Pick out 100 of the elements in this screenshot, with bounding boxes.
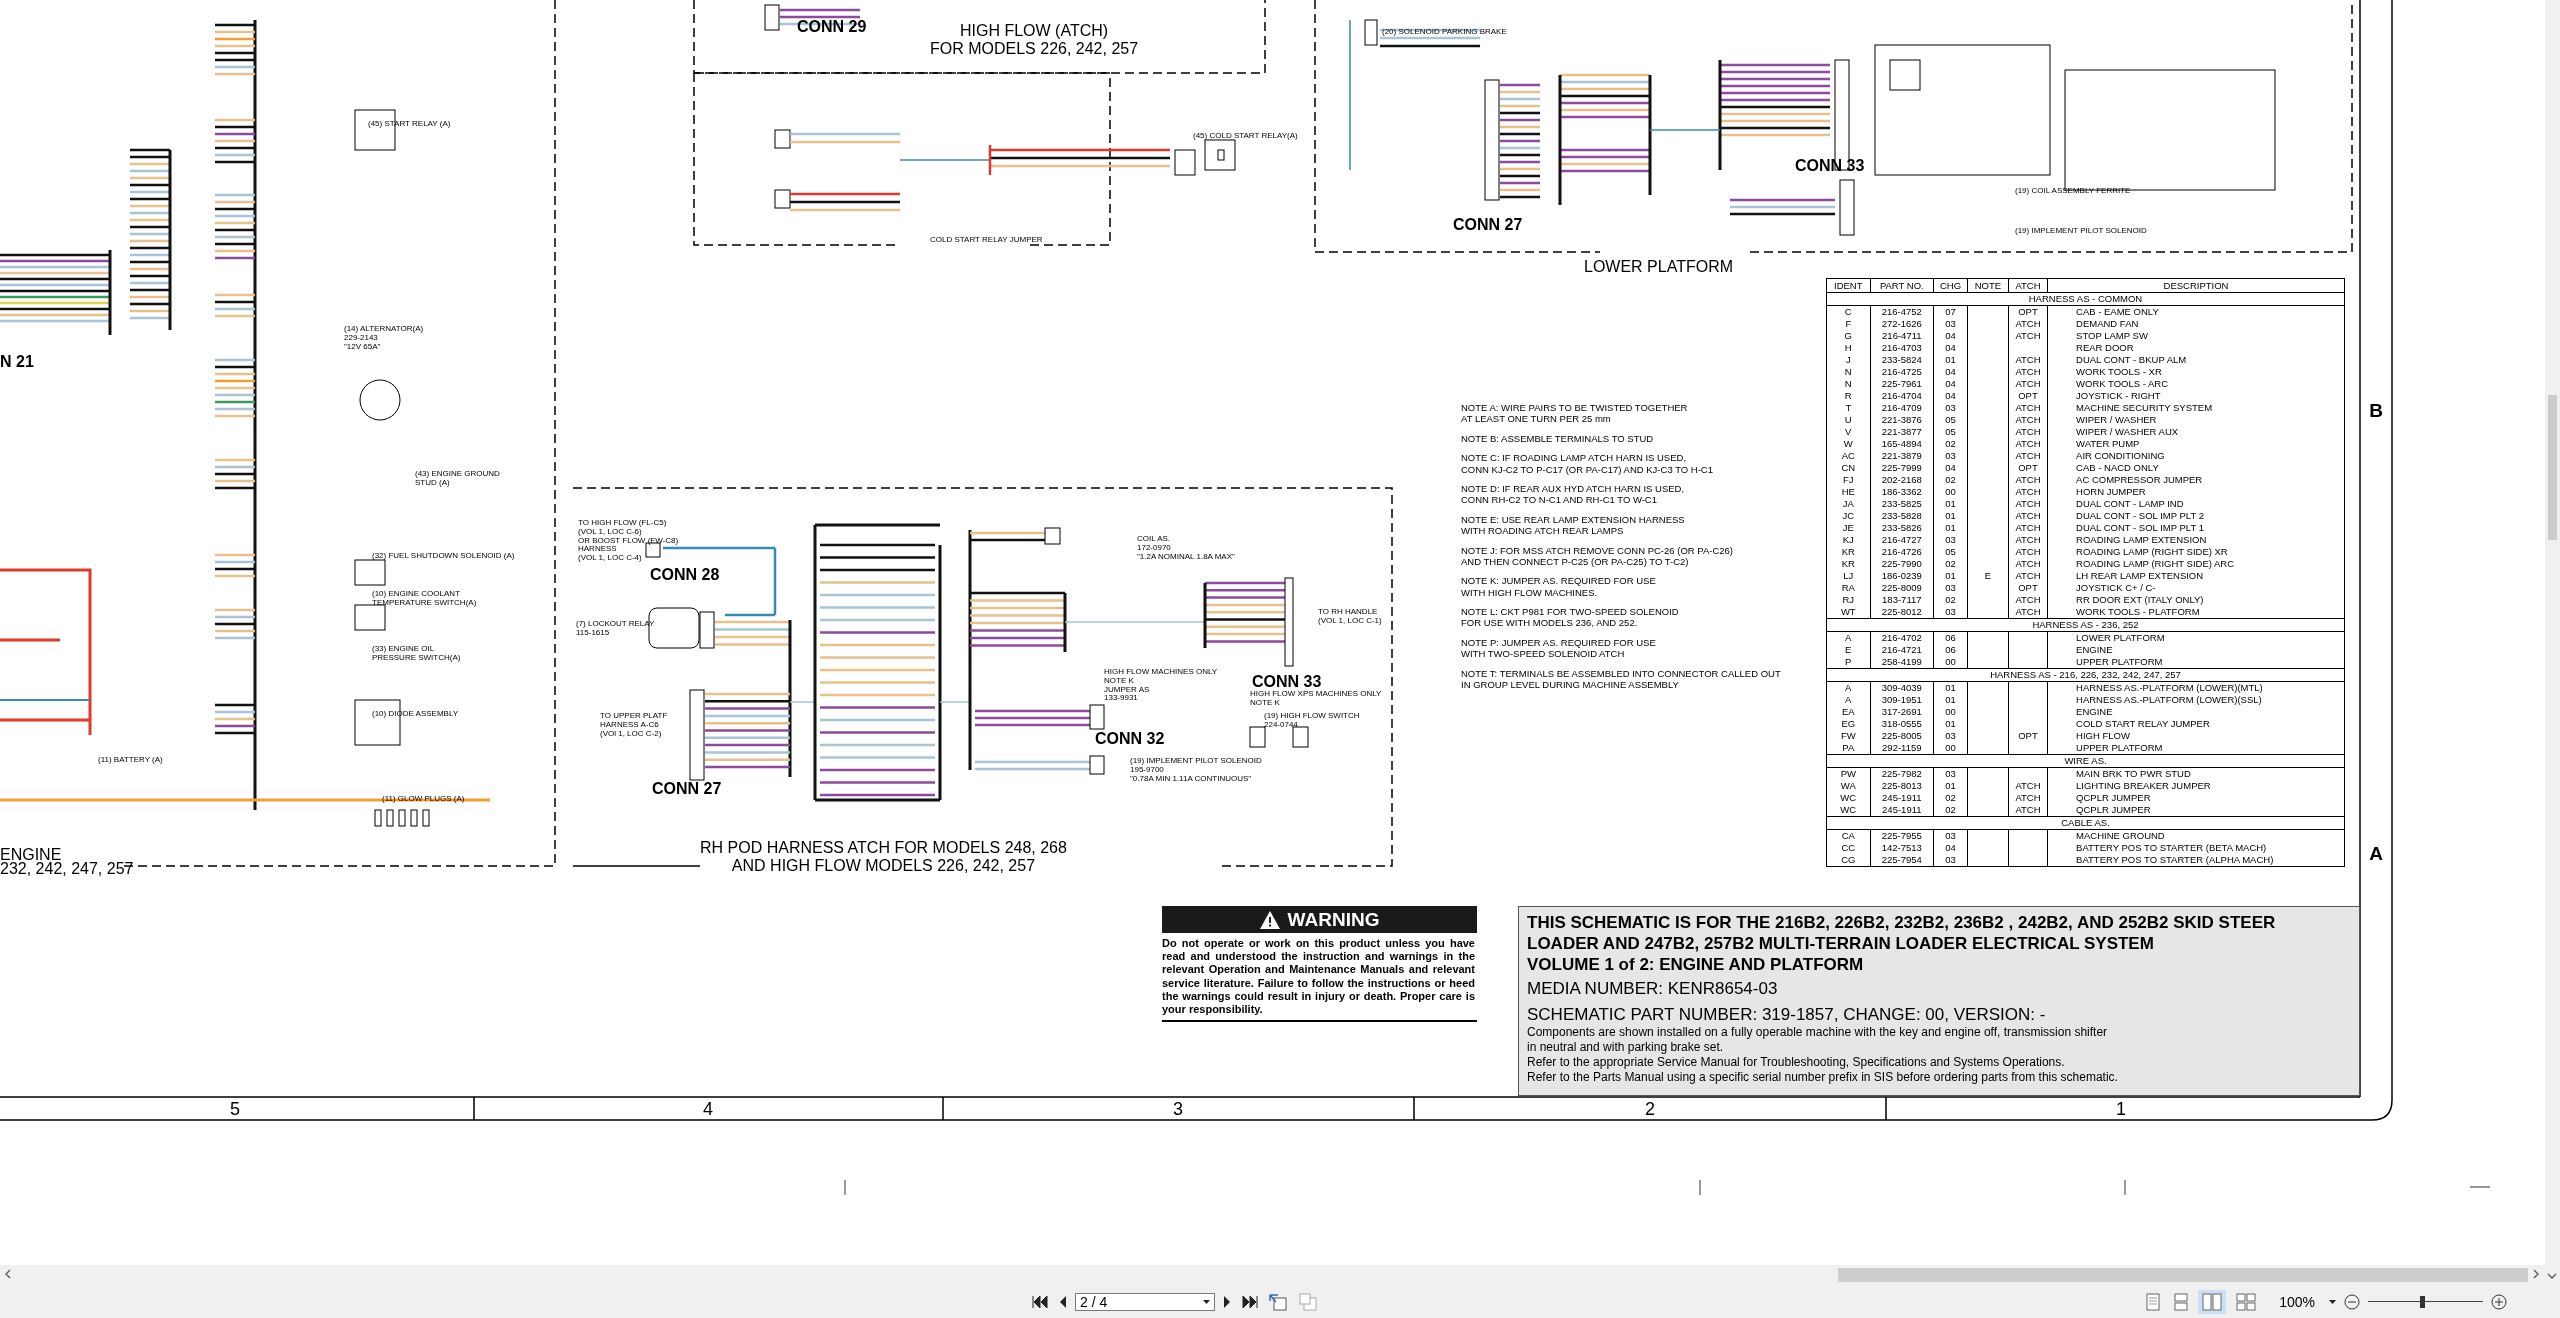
slider-thumb[interactable] xyxy=(2419,1295,2425,1308)
table-cell: DUAL CONT - SOL IMP PLT 2 xyxy=(2047,510,2345,522)
table-cell: 186-0239 xyxy=(1870,570,1934,582)
table-cell: WC xyxy=(1826,804,1871,817)
section-title: HIGH FLOW (ATCH) FOR MODELS 226, 242, 257 xyxy=(930,22,1139,59)
scrollbar-thumb[interactable] xyxy=(1838,1268,2528,1282)
vertical-scrollbar[interactable] xyxy=(2545,0,2560,1265)
table-cell: 233-5824 xyxy=(1870,354,1934,366)
page-number-field[interactable]: 2 / 4 xyxy=(1075,1292,1215,1311)
table-cell: 292-1159 xyxy=(1870,742,1934,755)
table-cell: DUAL CONT - LAMP IND xyxy=(2047,498,2345,510)
table-cell: 225-8009 xyxy=(1870,582,1934,594)
table-cell: ATCH xyxy=(2008,534,2048,546)
table-cell: CA xyxy=(1826,829,1871,842)
table-cell: WC xyxy=(1826,792,1871,804)
table-cell: 202-2168 xyxy=(1870,474,1934,486)
caret-icon xyxy=(2329,1299,2336,1304)
table-cell: DEMAND FAN xyxy=(2047,318,2345,330)
two-page-button[interactable] xyxy=(2198,1289,2226,1314)
connector-label: CONN 29 xyxy=(797,18,867,37)
table-cell: WORK TOOLS - PLATFORM xyxy=(2047,606,2345,619)
table-cell: 00 xyxy=(1933,742,1968,755)
table-cell: ATCH xyxy=(2008,426,2048,438)
table-cell: MACHINE SECURITY SYSTEM xyxy=(2047,402,2345,414)
component-label: COIL AS. 172-0970 "1.2A NOMINAL 1.8A MAX" xyxy=(1137,535,1235,562)
table-cell: 245-1911 xyxy=(1870,792,1934,804)
section-title: RH POD HARNESS ATCH FOR MODELS 248, 268 AND HIGH FLOW MODELS 226, 242, 257 xyxy=(700,839,1067,876)
connector-label: CONN 27 xyxy=(1453,216,1523,235)
table-cell: G xyxy=(1826,330,1871,342)
table-cell: 221-3877 xyxy=(1870,426,1934,438)
remark-text: Refer to the Parts Manual using a specific serial number prefix in SIS before ordering parts from this schematic. xyxy=(1527,1070,2119,1085)
table-cell: KR xyxy=(1826,558,1871,570)
component-label: (43) ENGINE GROUND STUD (A) xyxy=(415,470,500,488)
note-text: NOTE T: TERMINALS BE ASSEMBLED INTO CONNECTOR CALLED OUT IN GROUP LEVEL DURING MACHINE ASSEMBLY xyxy=(1461,667,1781,691)
table-cell: ATCH xyxy=(2008,474,2048,486)
table-cell: 04 xyxy=(1933,330,1968,342)
first-page-icon xyxy=(1032,1294,1048,1309)
table-cell: 02 xyxy=(1933,558,1968,570)
component-label: HIGH FLOW XPS MACHINES ONLY NOTE K xyxy=(1250,690,1382,708)
connector-label: CONN 33 xyxy=(1795,157,1865,176)
table-cell: OPT xyxy=(2008,462,2048,474)
previous-page-icon xyxy=(1058,1294,1067,1309)
table-cell: OPT xyxy=(2008,305,2048,318)
table-cell: ATCH xyxy=(2008,510,2048,522)
table-cell: DUAL CONT - BKUP ALM xyxy=(2047,354,2345,366)
table-cell: ATCH xyxy=(2008,486,2048,498)
table-cell: 02 xyxy=(1933,792,1968,804)
note-text: NOTE L: CKT P981 FOR TWO-SPEED SOLENOID FOR USE WITH MODELS 236, AND 252. xyxy=(1461,606,1680,629)
table-cell: 05 xyxy=(1933,546,1968,558)
table-cell: 04 xyxy=(1933,378,1968,390)
table-cell: 216-4752 xyxy=(1870,305,1934,318)
table-cell: 05 xyxy=(1933,426,1968,438)
table-cell: ROADING LAMP (RIGHT SIDE) XR xyxy=(2047,546,2345,558)
component-label: COLD START RELAY JUMPER xyxy=(930,236,1043,245)
zoom-level-field[interactable]: 100% xyxy=(2266,1293,2336,1310)
note-text: NOTE E: USE REAR LAMP EXTENSION HARNESS WITH ROADING ATCH REAR LAMPS xyxy=(1461,513,1686,537)
zoom-slider[interactable] xyxy=(2368,1295,2483,1308)
table-cell: 318-0555 xyxy=(1870,718,1934,730)
table-cell: T xyxy=(1826,402,1871,414)
table-cell: 186-3362 xyxy=(1870,486,1934,498)
table-cell: RJ xyxy=(1826,594,1871,606)
table-cell: JC xyxy=(1826,510,1871,522)
last-page-icon xyxy=(1242,1294,1258,1309)
table-cell: 01 xyxy=(1933,354,1968,366)
table-cell: A xyxy=(1826,694,1871,706)
table-cell: 04 xyxy=(1933,342,1968,354)
table-cell: 01 xyxy=(1933,780,1968,792)
table-cell: 165-4894 xyxy=(1870,438,1934,450)
table-cell: 216-4721 xyxy=(1870,644,1934,656)
table-cell: ENGINE xyxy=(2047,706,2345,718)
table-cell: 03 xyxy=(1933,767,1968,780)
component-label: (10) DIODE ASSEMBLY xyxy=(372,710,459,719)
table-cell: ATCH xyxy=(2008,438,2048,450)
table-cell: ATCH xyxy=(2008,606,2048,619)
component-label: HIGH FLOW MACHINES ONLY NOTE K JUMPER AS 133-9931 xyxy=(1104,668,1218,704)
schematic-title: LOADER AND 247B2, 257B2 MULTI-TERRAIN LOADER ELECTRICAL SYSTEM xyxy=(1527,933,2155,954)
component-label: (45) START RELAY (A) xyxy=(368,120,451,129)
note-text: NOTE P: JUMPER AS. REQUIRED FOR USE WITH TWO-SPEED SOLENOID ATCH xyxy=(1461,636,1657,660)
tick-mark xyxy=(1699,1179,1701,1196)
note-text: NOTE B: ASSEMBLE TERMINALS TO STUD xyxy=(1461,432,1655,445)
note-text: NOTE J: FOR MSS ATCH REMOVE CONN PC-26 (OR PA-C26) AND THEN CONNECT P-C25 (OR PA-C25) TO T-C2) xyxy=(1461,544,1734,568)
table-cell: HARNESS AS.-PLATFORM (LOWER)(SSL) xyxy=(2047,694,2345,706)
zone-number: 2 xyxy=(1644,1099,1656,1120)
table-cell: EG xyxy=(1826,718,1871,730)
table-cell: ATCH xyxy=(2008,318,2048,330)
table-cell: 309-4039 xyxy=(1870,681,1934,694)
table-cell: KJ xyxy=(1826,534,1871,546)
section-title: 232, 242, 247, 257 xyxy=(0,860,134,879)
table-cell: LH REAR LAMP EXTENSION xyxy=(2047,570,2345,582)
table-cell: MAIN BRK TO PWR STUD xyxy=(2047,767,2345,780)
component-label: (19) IMPLEMENT PILOT SOLENOID xyxy=(2015,227,2147,236)
table-cell: JOYSTICK C+ / C- xyxy=(2047,582,2345,594)
table-cell: P xyxy=(1826,656,1871,669)
zone-letter: B xyxy=(2368,400,2384,422)
table-cell: ATCH xyxy=(2008,330,2048,342)
table-cell: QCPLR JUMPER xyxy=(2047,804,2345,817)
table-cell: ATCH xyxy=(2008,366,2048,378)
table-cell: CG xyxy=(1826,854,1871,867)
table-cell: ATCH xyxy=(2008,780,2048,792)
scrollbar-thumb[interactable] xyxy=(2548,395,2557,540)
